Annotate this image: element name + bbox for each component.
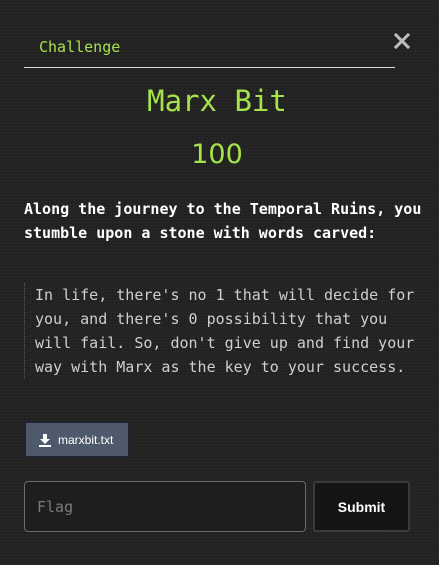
challenge-description: Along the journey to the Temporal Ruins,… <box>24 200 422 242</box>
file-name: marxbit.txt <box>58 432 114 447</box>
tab-underline <box>24 67 395 68</box>
close-icon <box>394 33 410 49</box>
challenge-modal: Challenge Marx Bit 100 Along the journey… <box>0 0 439 565</box>
submit-button[interactable]: Submit <box>313 481 410 532</box>
challenge-title: Marx Bit <box>147 84 287 118</box>
flag-input[interactable] <box>24 481 306 532</box>
tab-challenge[interactable]: Challenge <box>39 37 120 57</box>
challenge-points: 100 <box>191 139 243 170</box>
file-download-button[interactable]: marxbit.txt <box>24 421 130 458</box>
challenge-quote: In life, there's no 1 that will decide f… <box>24 283 425 379</box>
close-button[interactable] <box>390 29 414 53</box>
download-icon <box>39 433 51 447</box>
